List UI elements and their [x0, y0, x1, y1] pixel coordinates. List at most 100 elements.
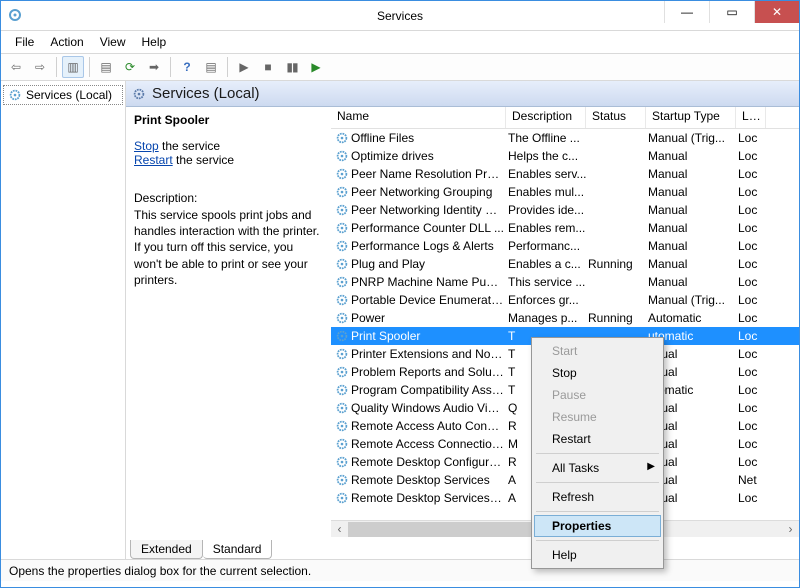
- restart-rest: the service: [173, 153, 234, 167]
- col-description[interactable]: Description: [506, 107, 586, 128]
- close-button[interactable]: ✕: [754, 1, 799, 23]
- cell-description: Performanc...: [508, 239, 588, 253]
- service-row[interactable]: Portable Device Enumerator...Enforces gr…: [331, 291, 799, 309]
- service-row[interactable]: Peer Networking Identity M...Provides id…: [331, 201, 799, 219]
- cm-properties[interactable]: Properties: [534, 515, 661, 537]
- cell-name: Remote Desktop Services: [351, 473, 508, 487]
- gear-icon: [335, 149, 349, 163]
- cell-logon: Loc: [738, 293, 768, 307]
- cm-stop[interactable]: Stop: [534, 362, 661, 384]
- tab-extended[interactable]: Extended: [130, 540, 203, 559]
- cm-restart[interactable]: Restart: [534, 428, 661, 450]
- stop-icon[interactable]: ■: [257, 56, 279, 78]
- cell-logon: Loc: [738, 419, 768, 433]
- gear-icon: [335, 167, 349, 181]
- menu-help[interactable]: Help: [134, 33, 175, 51]
- service-row[interactable]: Plug and PlayEnables a c...RunningManual…: [331, 255, 799, 273]
- cell-name: Problem Reports and Soluti...: [351, 365, 508, 379]
- col-name[interactable]: Name: [331, 107, 506, 128]
- cell-description: Enforces gr...: [508, 293, 588, 307]
- service-row[interactable]: Optimize drivesHelps the c...ManualLoc: [331, 147, 799, 165]
- cell-logon: Loc: [738, 185, 768, 199]
- play-icon[interactable]: ▶: [233, 56, 255, 78]
- separator: [89, 57, 90, 77]
- export-button[interactable]: ➡: [143, 56, 165, 78]
- menu-view[interactable]: View: [92, 33, 134, 51]
- menu-file[interactable]: File: [7, 33, 42, 51]
- help-button[interactable]: ?: [176, 56, 198, 78]
- description-text: This service spools print jobs and handl…: [134, 207, 323, 288]
- properties-button[interactable]: ▤: [95, 56, 117, 78]
- minimize-button[interactable]: —: [664, 1, 709, 23]
- service-row[interactable]: Performance Logs & AlertsPerformanc...Ma…: [331, 237, 799, 255]
- service-row[interactable]: Offline FilesThe Offline ...Manual (Trig…: [331, 129, 799, 147]
- cm-refresh[interactable]: Refresh: [534, 486, 661, 508]
- cm-all-tasks[interactable]: All Tasks ▶: [534, 457, 661, 479]
- cell-name: Optimize drives: [351, 149, 508, 163]
- statusbar: Opens the properties dialog box for the …: [1, 559, 799, 581]
- tab-standard[interactable]: Standard: [203, 540, 273, 559]
- cell-logon: Loc: [738, 311, 768, 325]
- cell-startup: Manual: [648, 149, 738, 163]
- refresh-button[interactable]: ⟳: [119, 56, 141, 78]
- service-row[interactable]: Peer Networking GroupingEnables mul...Ma…: [331, 183, 799, 201]
- cell-name: Portable Device Enumerator...: [351, 293, 508, 307]
- cell-name: Remote Desktop Configurat...: [351, 455, 508, 469]
- col-status[interactable]: Status: [586, 107, 646, 128]
- col-startup-type[interactable]: Startup Type: [646, 107, 736, 128]
- status-text: Opens the properties dialog box for the …: [9, 564, 311, 578]
- cell-logon: Loc: [738, 149, 768, 163]
- menubar: File Action View Help: [1, 31, 799, 53]
- service-row[interactable]: PowerManages p...RunningAutomaticLoc: [331, 309, 799, 327]
- service-row[interactable]: Peer Name Resolution Prot...Enables serv…: [331, 165, 799, 183]
- tree-root-services-local[interactable]: Services (Local): [3, 85, 123, 105]
- submenu-arrow-icon: ▶: [647, 461, 655, 472]
- service-row[interactable]: Performance Counter DLL ...Enables rem..…: [331, 219, 799, 237]
- cm-pause: Pause: [534, 384, 661, 406]
- maximize-button[interactable]: ▭: [709, 1, 754, 23]
- cell-name: PNRP Machine Name Publi...: [351, 275, 508, 289]
- cm-all-tasks-label: All Tasks: [552, 461, 599, 475]
- description-label: Description:: [134, 191, 323, 205]
- forward-button[interactable]: ⇨: [29, 56, 51, 78]
- gear-icon: [335, 473, 349, 487]
- col-logon[interactable]: Log: [736, 107, 766, 128]
- stop-rest: the service: [159, 139, 220, 153]
- back-button[interactable]: ⇦: [5, 56, 27, 78]
- gear-icon: [8, 88, 22, 102]
- view-tabs: Extended Standard: [126, 537, 799, 559]
- cm-help[interactable]: Help: [534, 544, 661, 566]
- cell-status: Running: [588, 257, 648, 271]
- scroll-left-icon[interactable]: ‹: [331, 521, 348, 538]
- menu-action[interactable]: Action: [42, 33, 91, 51]
- restart-service-line: Restart the service: [134, 153, 323, 167]
- cell-logon: Loc: [738, 167, 768, 181]
- scroll-right-icon[interactable]: ›: [782, 521, 799, 538]
- restart-icon[interactable]: ▶: [305, 56, 327, 78]
- cm-resume: Resume: [534, 406, 661, 428]
- cell-name: Quality Windows Audio Vid...: [351, 401, 508, 415]
- cell-startup: Manual (Trig...: [648, 131, 738, 145]
- gear-icon: [335, 131, 349, 145]
- gear-icon: [335, 293, 349, 307]
- cell-startup: Manual: [648, 185, 738, 199]
- stop-service-link[interactable]: Stop: [134, 139, 159, 153]
- pause-icon[interactable]: ▮▮: [281, 56, 303, 78]
- window-controls: — ▭ ✕: [664, 1, 799, 23]
- cm-start: Start: [534, 340, 661, 362]
- cell-startup: Automatic: [648, 311, 738, 325]
- separator: [56, 57, 57, 77]
- separator: [536, 482, 659, 483]
- restart-service-link[interactable]: Restart: [134, 153, 173, 167]
- selected-service-name: Print Spooler: [134, 113, 323, 127]
- context-menu: Start Stop Pause Resume Restart All Task…: [531, 337, 664, 569]
- toolbar: ⇦ ⇨ ▥ ▤ ⟳ ➡ ? ▤ ▶ ■ ▮▮ ▶: [1, 53, 799, 81]
- show-hide-tree-button[interactable]: ▥: [62, 56, 84, 78]
- gear-icon: [132, 87, 146, 101]
- cell-startup: Manual: [648, 275, 738, 289]
- cell-logon: Loc: [738, 347, 768, 361]
- action-pane-button[interactable]: ▤: [200, 56, 222, 78]
- separator: [227, 57, 228, 77]
- right-pane: Services (Local) Print Spooler Stop the …: [126, 81, 799, 559]
- service-row[interactable]: PNRP Machine Name Publi...This service .…: [331, 273, 799, 291]
